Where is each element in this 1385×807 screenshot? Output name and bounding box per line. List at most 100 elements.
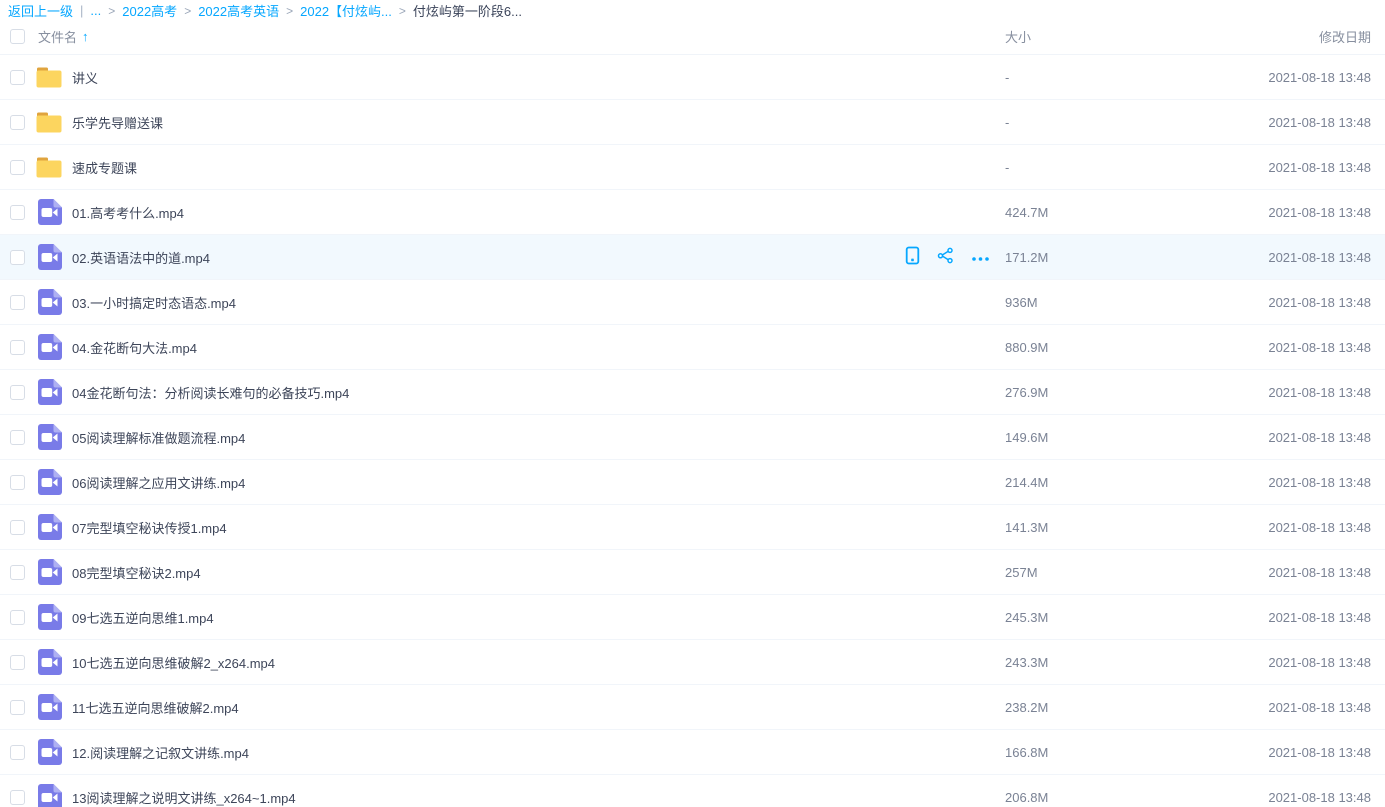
file-name[interactable]: 10七选五逆向思维破解2_x264.mp4 <box>72 653 905 672</box>
file-size: 243.3M <box>1005 655 1175 670</box>
row-checkbox[interactable] <box>10 250 25 265</box>
modified-date: 2021-08-18 13:48 <box>1175 115 1385 130</box>
file-row[interactable]: 13阅读理解之说明文讲练_x264~1.mp4206.8M2021-08-18 … <box>0 775 1385 807</box>
file-name[interactable]: 03.一小时搞定时态语态.mp4 <box>72 293 905 312</box>
breadcrumb-arrow: > <box>399 4 406 18</box>
column-header-size[interactable]: 大小 <box>1005 27 1175 46</box>
file-manager-window: 返回上一级 | ... > 2022高考 > 2022高考英语 > 2022【付… <box>0 0 1385 807</box>
file-row[interactable]: 01.高考考什么.mp4424.7M2021-08-18 13:48 <box>0 190 1385 235</box>
save-to-phone-button[interactable] <box>905 246 920 268</box>
row-checkbox[interactable] <box>10 745 25 760</box>
video-file-icon <box>35 378 63 406</box>
file-name[interactable]: 04金花断句法：分析阅读长难句的必备技巧.mp4 <box>72 383 905 402</box>
file-list: 讲义-2021-08-18 13:48乐学先导赠送课-2021-08-18 13… <box>0 55 1385 807</box>
video-file-icon <box>35 333 63 361</box>
video-file-icon <box>35 423 63 451</box>
breadcrumb-divider: | <box>80 3 83 18</box>
modified-date: 2021-08-18 13:48 <box>1175 745 1385 760</box>
file-size: - <box>1005 70 1175 85</box>
file-name[interactable]: 09七选五逆向思维1.mp4 <box>72 608 905 627</box>
row-checkbox[interactable] <box>10 565 25 580</box>
file-size: 257M <box>1005 565 1175 580</box>
folder-row[interactable]: 速成专题课-2021-08-18 13:48 <box>0 145 1385 190</box>
file-row[interactable]: 06阅读理解之应用文讲练.mp4214.4M2021-08-18 13:48 <box>0 460 1385 505</box>
row-checkbox[interactable] <box>10 160 25 175</box>
file-name[interactable]: 05阅读理解标准做题流程.mp4 <box>72 428 905 447</box>
column-header-filename[interactable]: 文件名 <box>38 27 77 46</box>
modified-date: 2021-08-18 13:48 <box>1175 610 1385 625</box>
video-file-icon <box>35 513 63 541</box>
modified-date: 2021-08-18 13:48 <box>1175 700 1385 715</box>
breadcrumb-link-1[interactable]: 2022高考 <box>122 1 177 20</box>
share-icon <box>937 247 954 267</box>
folder-icon <box>35 108 63 136</box>
video-file-icon <box>35 288 63 316</box>
file-row[interactable]: 12.阅读理解之记叙文讲练.mp4166.8M2021-08-18 13:48 <box>0 730 1385 775</box>
file-name[interactable]: 13阅读理解之说明文讲练_x264~1.mp4 <box>72 788 905 807</box>
breadcrumb-link-ellipsis[interactable]: ... <box>90 3 101 18</box>
row-hover-actions <box>905 246 1005 268</box>
more-icon <box>971 250 990 265</box>
file-size: 245.3M <box>1005 610 1175 625</box>
file-size: - <box>1005 115 1175 130</box>
share-button[interactable] <box>937 247 954 267</box>
modified-date: 2021-08-18 13:48 <box>1175 565 1385 580</box>
file-row[interactable]: 04金花断句法：分析阅读长难句的必备技巧.mp4276.9M2021-08-18… <box>0 370 1385 415</box>
modified-date: 2021-08-18 13:48 <box>1175 250 1385 265</box>
row-checkbox[interactable] <box>10 655 25 670</box>
row-checkbox[interactable] <box>10 205 25 220</box>
breadcrumb-link-3[interactable]: 2022【付炫屿... <box>300 1 392 20</box>
video-file-icon <box>35 558 63 586</box>
row-checkbox[interactable] <box>10 475 25 490</box>
file-name[interactable]: 07完型填空秘诀传授1.mp4 <box>72 518 905 537</box>
file-row[interactable]: 08完型填空秘诀2.mp4 257M2021-08-18 13:48 <box>0 550 1385 595</box>
file-size: 141.3M <box>1005 520 1175 535</box>
file-name[interactable]: 02.英语语法中的道.mp4 <box>72 248 905 267</box>
file-name[interactable]: 04.金花断句大法.mp4 <box>72 338 905 357</box>
row-checkbox[interactable] <box>10 295 25 310</box>
more-button[interactable] <box>971 250 990 265</box>
row-checkbox[interactable] <box>10 70 25 85</box>
folder-row[interactable]: 乐学先导赠送课 -2021-08-18 13:48 <box>0 100 1385 145</box>
back-link[interactable]: 返回上一级 <box>8 1 73 20</box>
row-checkbox[interactable] <box>10 430 25 445</box>
modified-date: 2021-08-18 13:48 <box>1175 295 1385 310</box>
file-row[interactable]: 11七选五逆向思维破解2.mp4 238.2M2021-08-18 13:48 <box>0 685 1385 730</box>
file-name[interactable]: 01.高考考什么.mp4 <box>72 203 905 222</box>
modified-date: 2021-08-18 13:48 <box>1175 430 1385 445</box>
file-name[interactable]: 06阅读理解之应用文讲练.mp4 <box>72 473 905 492</box>
row-checkbox[interactable] <box>10 115 25 130</box>
folder-name[interactable]: 乐学先导赠送课 <box>72 113 905 132</box>
file-size: 214.4M <box>1005 475 1175 490</box>
phone-icon <box>905 246 920 268</box>
folder-name[interactable]: 讲义 <box>72 68 905 87</box>
row-checkbox[interactable] <box>10 520 25 535</box>
file-row[interactable]: 05阅读理解标准做题流程.mp4 149.6M2021-08-18 13:48 <box>0 415 1385 460</box>
video-file-icon <box>35 738 63 766</box>
file-size: 238.2M <box>1005 700 1175 715</box>
file-row[interactable]: 09七选五逆向思维1.mp4 245.3M2021-08-18 13:48 <box>0 595 1385 640</box>
row-checkbox[interactable] <box>10 340 25 355</box>
row-checkbox[interactable] <box>10 610 25 625</box>
row-checkbox[interactable] <box>10 700 25 715</box>
file-name[interactable]: 08完型填空秘诀2.mp4 <box>72 563 905 582</box>
file-name[interactable]: 12.阅读理解之记叙文讲练.mp4 <box>72 743 905 762</box>
breadcrumb-link-2[interactable]: 2022高考英语 <box>198 1 279 20</box>
row-checkbox[interactable] <box>10 385 25 400</box>
file-size: 171.2M <box>1005 250 1175 265</box>
file-name[interactable]: 11七选五逆向思维破解2.mp4 <box>72 698 905 717</box>
row-checkbox[interactable] <box>10 790 25 805</box>
folder-row[interactable]: 讲义-2021-08-18 13:48 <box>0 55 1385 100</box>
sort-ascending-icon[interactable]: ↑ <box>82 29 89 44</box>
column-header-modified[interactable]: 修改日期 <box>1175 27 1385 46</box>
file-row[interactable]: 10七选五逆向思维破解2_x264.mp4243.3M2021-08-18 13… <box>0 640 1385 685</box>
modified-date: 2021-08-18 13:48 <box>1175 385 1385 400</box>
folder-name[interactable]: 速成专题课 <box>72 158 905 177</box>
file-row[interactable]: 02.英语语法中的道.mp4 171.2M2021-08-18 13:48 <box>0 235 1385 280</box>
breadcrumb-arrow: > <box>286 4 293 18</box>
file-row[interactable]: 03.一小时搞定时态语态.mp4936M2021-08-18 13:48 <box>0 280 1385 325</box>
file-row[interactable]: 04.金花断句大法.mp4880.9M2021-08-18 13:48 <box>0 325 1385 370</box>
file-size: 149.6M <box>1005 430 1175 445</box>
file-row[interactable]: 07完型填空秘诀传授1.mp4141.3M2021-08-18 13:48 <box>0 505 1385 550</box>
select-all-checkbox[interactable] <box>10 29 25 44</box>
